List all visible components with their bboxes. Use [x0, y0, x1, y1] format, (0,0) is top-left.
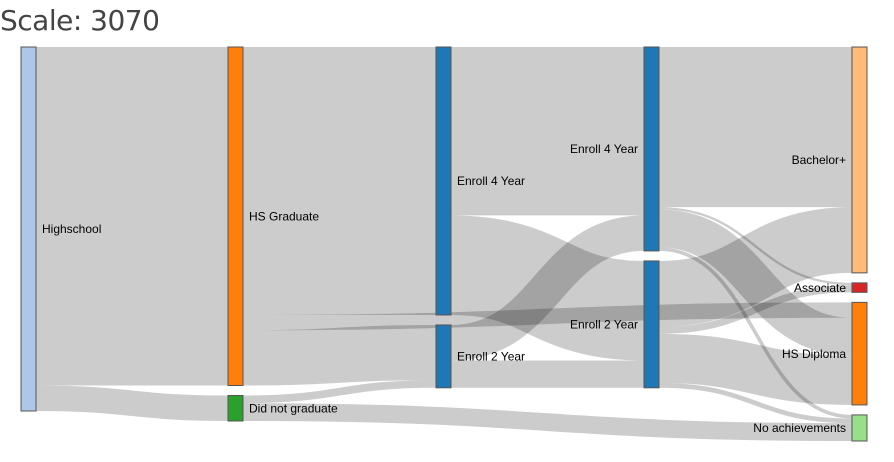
flow-link-nograd-to-e2a	[242, 380, 437, 404]
flow-link-e2b-to-dipl	[658, 333, 853, 405]
flow-link-hs-to-nograd	[35, 385, 229, 421]
node-bar-assoc	[851, 282, 868, 293]
flow-link-grad-to-e2a	[242, 324, 437, 386]
node-label-dipl: HS Diploma	[782, 347, 846, 361]
node-label-nograd: Did not graduate	[249, 401, 338, 415]
sankey-chart: Highschool HS Graduate Did not graduate Enr…	[20, 46, 868, 442]
node-assoc: Associate	[794, 281, 868, 295]
node-bar-bach	[851, 46, 868, 274]
node-label-bach: Bachelor+	[792, 153, 846, 167]
node-bar-dipl	[851, 301, 868, 406]
node-bar-nograd	[227, 395, 244, 422]
node-bar-hs	[20, 46, 37, 412]
node-bar-e2b	[643, 260, 660, 389]
node-label-assoc: Associate	[794, 281, 846, 295]
node-bar-grad	[227, 46, 244, 387]
node-label-hs: Highschool	[42, 222, 101, 236]
node-bar-e4b	[643, 46, 660, 252]
node-bar-e2a	[435, 324, 452, 389]
node-bar-none	[851, 414, 868, 442]
node-label-none: No achievements	[753, 421, 846, 435]
node-label-e2a: Enroll 2 Year	[457, 350, 525, 364]
node-label-e4b: Enroll 4 Year	[570, 142, 638, 156]
node-bar-e4a	[435, 46, 452, 316]
node-label-e2b: Enroll 2 Year	[570, 318, 638, 332]
node-label-grad: HS Graduate	[249, 209, 319, 223]
node-label-e4a: Enroll 4 Year	[457, 174, 525, 188]
